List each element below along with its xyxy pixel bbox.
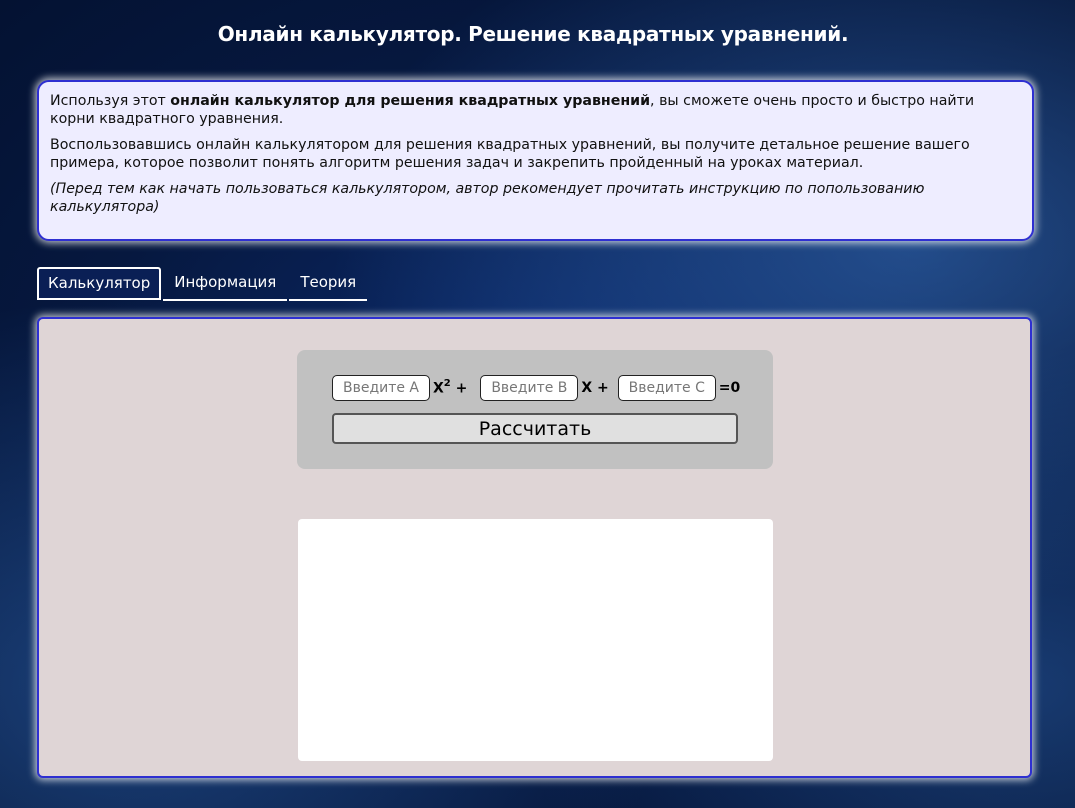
tab-information[interactable]: Информация xyxy=(163,267,288,301)
intro-text: Используя этот xyxy=(50,93,171,109)
tab-calculator[interactable]: Калькулятор xyxy=(37,267,162,300)
equals-zero: =0 xyxy=(718,380,741,396)
equation-row: X2 + X + =0 xyxy=(332,375,745,401)
tab-bar: Калькулятор Информация Теория xyxy=(37,267,368,301)
intro-note: (Перед тем как начать пользоваться кальк… xyxy=(50,181,925,215)
exponent-label: 2 xyxy=(443,378,451,390)
result-area xyxy=(298,519,773,761)
calculator-panel: X2 + X + =0 Рассчитать xyxy=(37,317,1032,778)
page-title: Онлайн калькулятор. Решение квадратных у… xyxy=(217,22,849,46)
intro-paragraph-1: Используя этот онлайн калькулятор для ре… xyxy=(50,92,1021,128)
intro-box: Используя этот онлайн калькулятор для ре… xyxy=(37,80,1034,241)
intro-paragraph-2: Воспользовавшись онлайн калькулятором дл… xyxy=(50,137,970,171)
equation-form: X2 + X + =0 Рассчитать xyxy=(297,350,773,469)
calculate-button[interactable]: Рассчитать xyxy=(332,413,738,444)
tab-theory[interactable]: Теория xyxy=(289,267,368,301)
x-term: X + xyxy=(581,380,609,396)
coefficient-a-input[interactable] xyxy=(332,375,430,401)
coefficient-c-input[interactable] xyxy=(617,375,716,401)
plus-sign: + xyxy=(455,380,468,397)
coefficient-b-input[interactable] xyxy=(480,375,579,401)
x-label: X xyxy=(433,380,444,397)
x-squared-term: X2 + xyxy=(433,378,468,397)
intro-bold-text: онлайн калькулятор для решения квадратны… xyxy=(170,93,651,109)
